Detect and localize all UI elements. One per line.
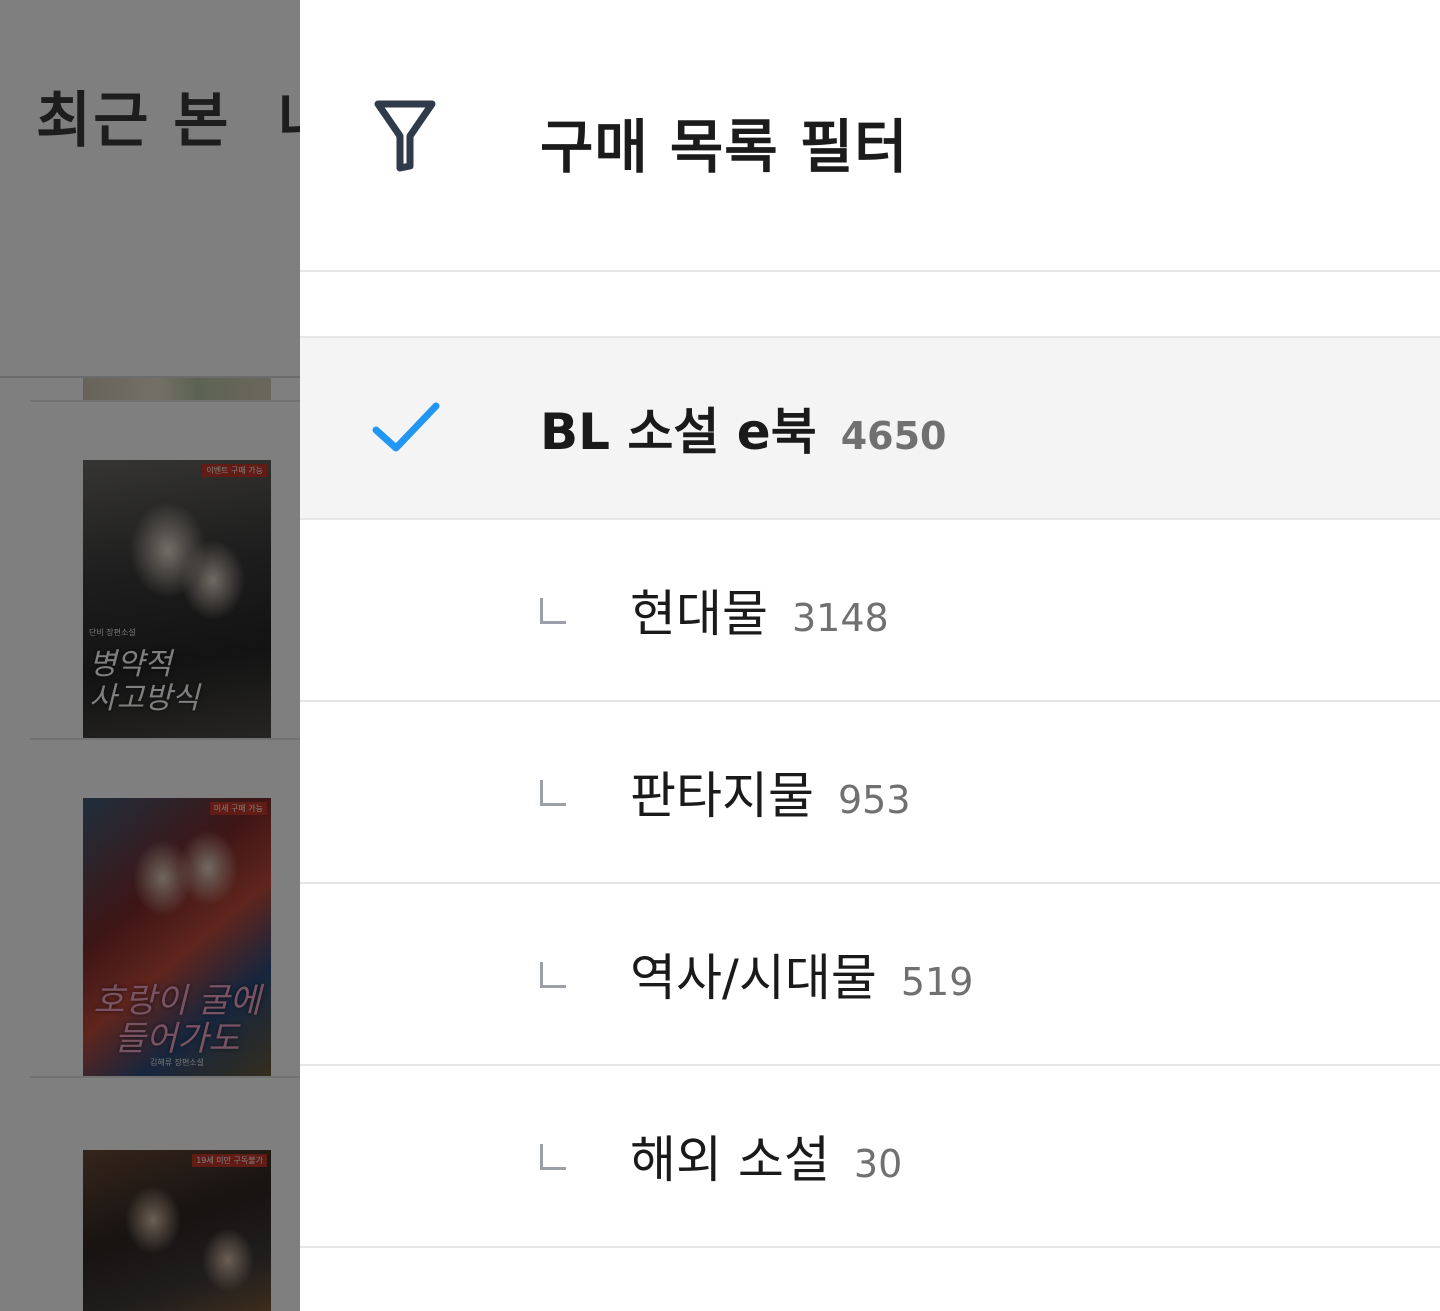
filter-option-foreign[interactable]: 해외 소설 30	[300, 1066, 1440, 1246]
filter-option-count: 3148	[792, 596, 889, 640]
filter-option-text: BL 소설 e북 4650	[540, 392, 946, 464]
sub-item-indent-icon	[540, 1144, 566, 1170]
checkmark-icon	[372, 402, 440, 452]
divider	[300, 1246, 1440, 1248]
filter-option-bl-novel[interactable]: BL 소설 e북 4650	[300, 338, 1440, 518]
dim-overlay[interactable]	[0, 0, 300, 1311]
filter-option-label: 현대물	[630, 585, 768, 643]
drawer-header: 구매 목록 필터	[300, 0, 1440, 270]
filter-option-count: 519	[900, 960, 974, 1004]
filter-option-label: 판타지물	[630, 767, 814, 825]
filter-option-count: 4650	[840, 414, 947, 458]
drawer-title: 구매 목록 필터	[540, 113, 909, 181]
filter-option-text: 역사/시대물 519	[630, 938, 973, 1010]
filter-option-modern[interactable]: 현대물 3148	[300, 520, 1440, 700]
filter-option-fantasy[interactable]: 판타지물 953	[300, 702, 1440, 882]
filter-option-text: 해외 소설 30	[630, 1120, 902, 1192]
filter-drawer: 구매 목록 필터 BL 소설 e북 4650 현대물 3148 판타지물 953…	[300, 0, 1440, 1311]
filter-option-text: 현대물 3148	[630, 574, 889, 646]
divider	[300, 270, 1440, 272]
filter-option-count: 30	[853, 1142, 903, 1186]
filter-option-historical[interactable]: 역사/시대물 519	[300, 884, 1440, 1064]
filter-option-label: 해외 소설	[630, 1131, 830, 1189]
sub-item-indent-icon	[540, 962, 566, 988]
filter-option-text: 판타지물 953	[630, 756, 911, 828]
filter-option-label: BL 소설 e북	[540, 403, 817, 461]
filter-funnel-icon	[374, 100, 436, 172]
filter-option-count: 953	[838, 778, 911, 822]
filter-option-label: 역사/시대물	[630, 949, 877, 1007]
sub-item-indent-icon	[540, 598, 566, 624]
sub-item-indent-icon	[540, 780, 566, 806]
